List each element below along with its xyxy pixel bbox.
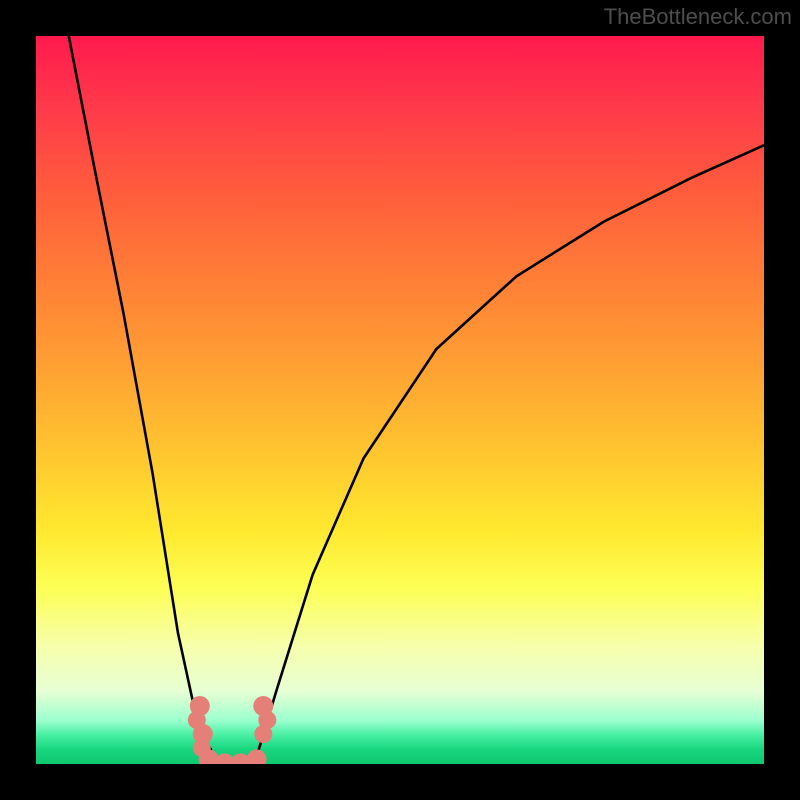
plot-area: [36, 36, 764, 764]
marker-group: [188, 696, 276, 764]
frame: TheBottleneck.com: [0, 0, 800, 800]
marker-lobe: [193, 724, 213, 744]
marker-lobe: [254, 725, 272, 743]
curve-left-branch: [69, 36, 218, 764]
marker-lobe: [199, 749, 219, 764]
marker-lobe: [231, 753, 251, 764]
marker-lobe: [188, 711, 206, 729]
watermark-text: TheBottleneck.com: [604, 4, 792, 30]
marker-lobe: [247, 749, 267, 764]
marker-lobe: [193, 739, 211, 757]
marker-lobe: [258, 711, 276, 729]
curve-right-branch: [254, 145, 764, 764]
marker-lobe: [190, 696, 210, 716]
marker-lobe: [215, 753, 235, 764]
chart-svg: [36, 36, 764, 764]
marker-lobe: [253, 696, 273, 716]
